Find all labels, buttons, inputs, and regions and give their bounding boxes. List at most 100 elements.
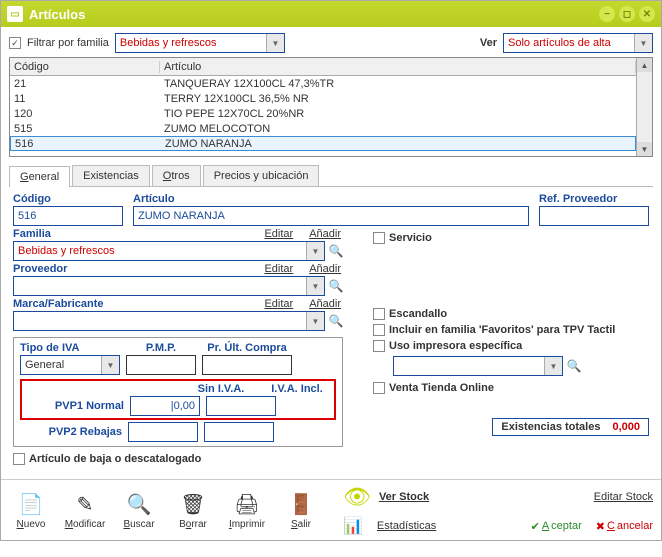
tipo-iva-label: Tipo de IVA (20, 342, 120, 354)
codigo-input[interactable]: 516 (13, 206, 123, 226)
proveedor-select[interactable]: ▼ (13, 276, 325, 296)
chart-icon: 📊 (343, 516, 363, 536)
impresora-label: Uso impresora específica (389, 340, 522, 352)
marca-anadir-link[interactable]: Añadir (309, 298, 341, 311)
codigo-label: Código (13, 193, 123, 205)
tienda-online-checkbox[interactable] (373, 382, 385, 394)
close-button[interactable]: ✕ (639, 6, 655, 22)
articulo-label: Artículo (133, 193, 529, 205)
ult-compra-input[interactable] (202, 355, 292, 375)
scroll-down-icon[interactable]: ▼ (637, 142, 652, 156)
printer-icon: 🖨 (233, 490, 261, 518)
pmp-input[interactable] (126, 355, 196, 375)
articles-table: Código Artículo 21TANQUERAY 12X100CL 47,… (9, 57, 653, 157)
window-title: Artículos (29, 7, 595, 22)
chevron-down-icon: ▼ (306, 312, 324, 330)
titlebar: ▭ Artículos − ◻ ✕ (1, 1, 661, 27)
chevron-down-icon: ▼ (306, 242, 324, 260)
table-row[interactable]: 11TERRY 12X100CL 36,5% NR (10, 91, 636, 106)
pvp1-sin-iva-input[interactable]: | 0,00 (130, 396, 200, 416)
table-row[interactable]: 21TANQUERAY 12X100CL 47,3%TR (10, 76, 636, 91)
pmp-label: P.M.P. (126, 342, 196, 354)
cross-icon: ✖ (596, 520, 605, 533)
pvp2-label: PVP2 Rebajas (20, 426, 122, 438)
check-icon: ✔ (531, 520, 540, 533)
impresora-checkbox[interactable] (373, 340, 385, 352)
search-icon[interactable]: 🔍 (567, 359, 581, 373)
familia-editar-link[interactable]: Editar (264, 228, 293, 241)
tab-general[interactable]: General (9, 166, 70, 187)
filter-by-family-label: Filtrar por familia (27, 37, 109, 49)
ver-label: Ver (480, 37, 497, 49)
marca-editar-link[interactable]: Editar (264, 298, 293, 311)
salir-button[interactable]: 🚪Salir (279, 490, 323, 530)
modificar-button[interactable]: ✎Modificar (63, 490, 107, 530)
proveedor-editar-link[interactable]: Editar (264, 263, 293, 276)
chevron-down-icon: ▼ (544, 357, 562, 375)
editar-stock-link[interactable]: Editar Stock (594, 491, 653, 503)
favoritos-checkbox[interactable] (373, 324, 385, 336)
trash-icon: 🗑 (179, 490, 207, 518)
servicio-label: Servicio (389, 232, 432, 244)
search-icon[interactable]: 🔍 (329, 314, 343, 328)
estadisticas-link[interactable]: Estadísticas (377, 520, 436, 532)
nuevo-button[interactable]: 📄Nuevo (9, 490, 53, 530)
family-filter-select[interactable]: Bebidas y refrescos ▼ (115, 33, 285, 53)
borrar-button[interactable]: 🗑Borrar (171, 490, 215, 530)
table-row[interactable]: 120TIO PEPE 12X70CL 20%NR (10, 106, 636, 121)
app-icon: ▭ (7, 6, 23, 22)
search-icon[interactable]: 🔍 (329, 279, 343, 293)
pvp2-sin-iva-input[interactable] (128, 422, 198, 442)
search-icon[interactable]: 🔍 (329, 244, 343, 258)
existencias-totales-value: 0,000 (612, 421, 640, 433)
marca-select[interactable]: ▼ (13, 311, 325, 331)
favoritos-label: Incluir en familia 'Favoritos' para TPV … (389, 324, 615, 336)
pvp1-iva-incl-input[interactable] (206, 396, 276, 416)
ref-proveedor-input[interactable] (539, 206, 649, 226)
tab-existencias[interactable]: Existencias (72, 165, 150, 186)
familia-anadir-link[interactable]: Añadir (309, 228, 341, 241)
escandallo-label: Escandallo (389, 308, 447, 320)
impresora-select[interactable]: ▼ (393, 356, 563, 376)
articulo-input[interactable]: ZUMO NARANJA (133, 206, 529, 226)
pvp2-iva-incl-input[interactable] (204, 422, 274, 442)
tab-precios[interactable]: Precios y ubicación (203, 165, 320, 186)
buscar-button[interactable]: 🔍Buscar (117, 490, 161, 530)
existencias-totales-box: Existencias totales 0,000 (492, 418, 649, 436)
col-articulo[interactable]: Artículo (160, 61, 636, 73)
eye-icon: 👁 (343, 484, 371, 510)
scroll-up-icon[interactable]: ▲ (637, 58, 652, 72)
maximize-button[interactable]: ◻ (619, 6, 635, 22)
exit-icon: 🚪 (287, 490, 315, 518)
col-codigo[interactable]: Código (10, 61, 160, 73)
chevron-down-icon: ▼ (266, 34, 284, 52)
search-icon: 🔍 (125, 490, 153, 518)
cancelar-button[interactable]: ✖Cancelar (596, 520, 653, 533)
table-row[interactable]: 515ZUMO MELOCOTON (10, 121, 636, 136)
pencil-icon: ✎ (71, 490, 99, 518)
baja-label: Artículo de baja o descatalogado (29, 453, 201, 465)
existencias-totales-label: Existencias totales (501, 421, 600, 433)
proveedor-label: Proveedor (13, 263, 264, 275)
tab-otros[interactable]: Otros (152, 165, 201, 186)
tipo-iva-select[interactable]: General▼ (20, 355, 120, 375)
ult-compra-label: Pr. Últ. Compra (202, 342, 292, 354)
familia-select[interactable]: Bebidas y refrescos▼ (13, 241, 325, 261)
ver-filter-select[interactable]: Solo artículos de alta ▼ (503, 33, 653, 53)
escandallo-checkbox[interactable] (373, 308, 385, 320)
chevron-down-icon: ▼ (634, 34, 652, 52)
imprimir-button[interactable]: 🖨Imprimir (225, 490, 269, 530)
table-row-selected[interactable]: 516ZUMO NARANJA (10, 136, 636, 151)
servicio-checkbox[interactable] (373, 232, 385, 244)
ver-stock-link[interactable]: Ver Stock (379, 491, 429, 503)
baja-checkbox[interactable] (13, 453, 25, 465)
plus-page-icon: 📄 (17, 490, 45, 518)
marca-label: Marca/Fabricante (13, 298, 264, 310)
aceptar-button[interactable]: ✔Aceptar (531, 520, 582, 533)
tienda-online-label: Venta Tienda Online (389, 382, 494, 394)
table-scrollbar[interactable]: ▲ ▼ (636, 58, 652, 156)
filter-by-family-checkbox[interactable]: ✓ (9, 37, 21, 49)
iva-incl-label: I.V.A. Incl. (262, 383, 332, 395)
minimize-button[interactable]: − (599, 6, 615, 22)
proveedor-anadir-link[interactable]: Añadir (309, 263, 341, 276)
